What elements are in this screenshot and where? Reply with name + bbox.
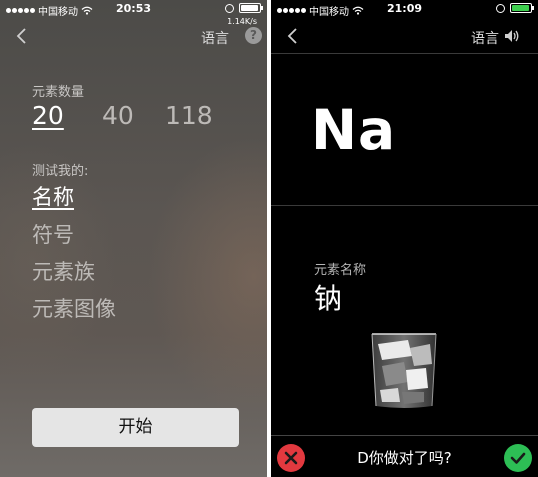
nav-bar: 语言 (271, 18, 538, 54)
self-check-question: D你做对了吗? (357, 449, 452, 467)
count-option-118[interactable]: 118 (165, 101, 213, 130)
answer-bar: D你做对了吗? (271, 437, 538, 477)
speaker-icon[interactable] (504, 29, 520, 43)
status-right (225, 3, 263, 13)
quiz-option-symbol[interactable]: 符号 (32, 219, 74, 249)
quiz-section-label: 测试我的: (32, 164, 89, 179)
status-right (496, 3, 534, 13)
top-separator (271, 53, 538, 54)
count-section-label: 元素数量 (32, 85, 85, 100)
chevron-left-icon[interactable] (283, 26, 303, 46)
sodium-in-water-glass-image (368, 330, 440, 410)
element-name-value: 钠 (314, 282, 343, 315)
quiz-card-screen: 中国移动 21:09 语言 Na 元素名称 钠 D你做对了吗? (271, 0, 538, 477)
status-bar: 中国移动 21:09 (271, 0, 538, 18)
mid-separator (271, 205, 538, 206)
quiz-option-name[interactable]: 名称 (32, 181, 74, 211)
bottom-separator (271, 435, 538, 436)
battery-icon (510, 3, 534, 13)
checkmark-icon (510, 452, 526, 464)
quiz-option-image[interactable]: 元素图像 (32, 293, 116, 323)
help-icon[interactable]: ? (245, 27, 262, 44)
language-button[interactable]: 语言 (471, 28, 499, 48)
language-button[interactable]: 语言 (201, 28, 229, 48)
count-option-20[interactable]: 20 (32, 101, 64, 130)
alarm-icon (225, 3, 234, 13)
chevron-left-icon[interactable] (12, 26, 32, 46)
settings-screen: 中国移动 20:53 1.14K/s 语言 ? 元素数量 20 40 118 测… (0, 0, 267, 477)
element-symbol: Na (311, 98, 397, 162)
battery-icon (239, 3, 263, 13)
status-bar: 中国移动 20:53 (0, 0, 267, 18)
right-button[interactable] (504, 444, 532, 472)
count-option-40[interactable]: 40 (102, 101, 134, 130)
quiz-option-group[interactable]: 元素族 (32, 256, 95, 286)
element-name-label: 元素名称 (314, 263, 367, 278)
start-button[interactable]: 开始 (32, 408, 239, 447)
alarm-icon (496, 3, 505, 13)
nav-bar: 语言 ? (0, 18, 267, 54)
